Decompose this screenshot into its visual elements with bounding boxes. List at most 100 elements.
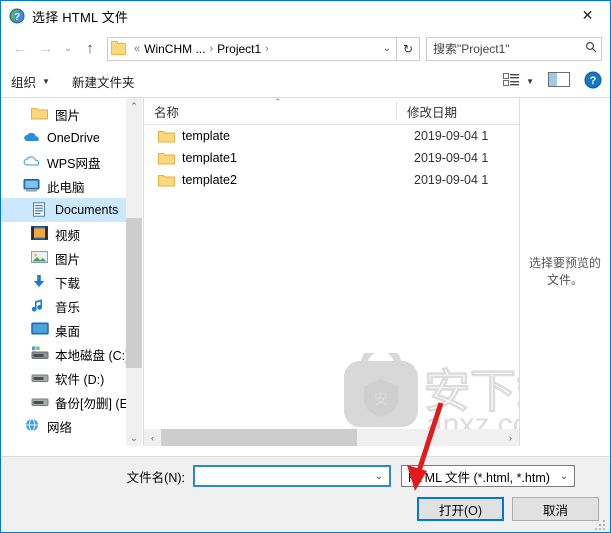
scroll-up-button[interactable]: ⌃ bbox=[126, 98, 142, 114]
sidebar-item-label: 图片 bbox=[55, 108, 81, 123]
chevron-down-icon[interactable]: ⌄ bbox=[369, 471, 389, 482]
scrollbar-track[interactable] bbox=[161, 429, 502, 446]
preview-pane-button[interactable] bbox=[548, 72, 570, 90]
dialog-title: 选择 HTML 文件 bbox=[32, 9, 129, 25]
table-row[interactable]: template 2019-09-04 1 bbox=[144, 125, 519, 147]
chevron-right-icon: › bbox=[509, 432, 512, 443]
sidebar-list: 图片 OneDrive WPS网盘 此电脑 Documents 视频 图片 下载 音乐 桌面 本地磁… bbox=[1, 98, 142, 438]
filename-input[interactable]: ⌄ bbox=[193, 465, 391, 487]
forward-arrow-icon: → bbox=[38, 40, 54, 57]
sidebar-item-label: WPS网盘 bbox=[47, 156, 101, 171]
scroll-left-button[interactable]: ‹ bbox=[144, 433, 161, 443]
column-header-date-label: 修改日期 bbox=[407, 105, 458, 120]
breadcrumb-item-1[interactable]: Project1 bbox=[217, 42, 261, 56]
sidebar-item-11[interactable]: 软件 (D:) bbox=[1, 366, 142, 390]
sidebar-item-13[interactable]: 网络 bbox=[1, 414, 142, 438]
organize-button[interactable]: 组织 ▼ bbox=[11, 72, 50, 91]
folder-icon bbox=[158, 173, 175, 187]
scroll-down-button[interactable]: ⌄ bbox=[126, 430, 142, 446]
drive-icon bbox=[31, 394, 49, 410]
back-arrow-icon: ← bbox=[12, 40, 28, 57]
column-header-date[interactable]: 修改日期 bbox=[397, 98, 519, 124]
scrollbar-thumb[interactable] bbox=[161, 429, 357, 446]
open-button-label: 打开(O) bbox=[438, 503, 483, 518]
open-button[interactable]: 打开(O) bbox=[417, 497, 504, 521]
cancel-button[interactable]: 取消 bbox=[512, 497, 599, 521]
file-name-cell: template2 bbox=[182, 173, 237, 187]
filename-row: 文件名(N): ⌄ HTML 文件 (*.html, *.htm) ⌄ bbox=[1, 465, 575, 487]
sidebar-scrollbar[interactable]: ⌃ ⌄ bbox=[126, 98, 142, 446]
breadcrumb-dropdown-icon[interactable]: ⌄ bbox=[378, 43, 396, 54]
svg-text:安下载: 安下载 bbox=[424, 365, 519, 417]
breadcrumb-overflow-icon[interactable]: « bbox=[130, 43, 144, 55]
network-icon bbox=[23, 418, 41, 434]
sidebar-item-2[interactable]: WPS网盘 bbox=[1, 150, 142, 174]
sidebar-item-3[interactable]: 此电脑 bbox=[1, 174, 142, 198]
table-row[interactable]: template2 2019-09-04 1 bbox=[144, 169, 519, 191]
scrollbar-thumb[interactable] bbox=[126, 218, 142, 368]
breadcrumb-sep-1[interactable]: › bbox=[261, 43, 273, 55]
filetype-dropdown[interactable]: HTML 文件 (*.html, *.htm) ⌄ bbox=[401, 465, 575, 487]
sidebar-item-10[interactable]: 本地磁盘 (C:) bbox=[1, 342, 142, 366]
folder-icon bbox=[158, 151, 175, 165]
dialog-buttons: 打开(O) 取消 bbox=[417, 497, 599, 521]
column-headers: 名称 ⌃ 修改日期 bbox=[144, 97, 519, 125]
refresh-button[interactable]: ↻ bbox=[397, 36, 420, 61]
preview-message: 选择要预览的文件。 bbox=[528, 256, 601, 287]
chevron-left-icon: ‹ bbox=[151, 432, 154, 443]
sidebar-item-8[interactable]: 音乐 bbox=[1, 294, 142, 318]
filetype-value: HTML 文件 (*.html, *.htm) bbox=[408, 470, 550, 485]
scroll-right-button[interactable]: › bbox=[502, 433, 519, 443]
sidebar-item-9[interactable]: 桌面 bbox=[1, 318, 142, 342]
dialog-footer: 文件名(N): ⌄ HTML 文件 (*.html, *.htm) ⌄ 打开(O… bbox=[1, 456, 610, 532]
breadcrumb-sep-0[interactable]: › bbox=[205, 43, 217, 55]
back-button[interactable]: ← bbox=[7, 37, 33, 61]
column-header-name[interactable]: 名称 ⌃ bbox=[144, 97, 397, 124]
breadcrumb[interactable]: « WinCHM ... › Project1 › ⌄ bbox=[107, 36, 397, 61]
sidebar-item-1[interactable]: OneDrive bbox=[1, 126, 142, 150]
file-name-cell: template bbox=[182, 129, 230, 143]
sidebar-item-label: 网络 bbox=[47, 420, 73, 435]
sidebar-item-5[interactable]: 视频 bbox=[1, 222, 142, 246]
desktop-icon bbox=[31, 322, 49, 338]
preview-pane: 选择要预览的文件。 bbox=[519, 98, 610, 446]
chevron-down-icon[interactable]: ⌄ bbox=[554, 471, 574, 482]
change-view-button[interactable]: ▼ bbox=[503, 72, 534, 90]
file-date-cell: 2019-09-04 1 bbox=[414, 129, 489, 143]
new-folder-button[interactable]: 新建文件夹 bbox=[72, 72, 135, 91]
chevron-down-icon: ▼ bbox=[526, 76, 534, 86]
resize-grip[interactable] bbox=[595, 518, 607, 530]
sidebar-item-label: 桌面 bbox=[55, 324, 81, 339]
close-button[interactable]: ✕ bbox=[565, 1, 610, 30]
sidebar-item-0[interactable]: 图片 bbox=[1, 102, 142, 126]
file-list-pane: 名称 ⌃ 修改日期 安 安下载 anxz.com bbox=[144, 97, 519, 446]
file-name-cell: template1 bbox=[182, 151, 237, 165]
search-input[interactable]: 搜索"Project1" bbox=[426, 36, 602, 61]
table-row[interactable]: template1 2019-09-04 1 bbox=[144, 147, 519, 169]
forward-button[interactable]: → bbox=[33, 37, 59, 61]
breadcrumb-item-0[interactable]: WinCHM ... bbox=[144, 42, 205, 56]
sidebar-item-6[interactable]: 图片 bbox=[1, 246, 142, 270]
chevron-down-icon: ⌄ bbox=[130, 432, 138, 443]
sidebar-item-7[interactable]: 下载 bbox=[1, 270, 142, 294]
dialog-body: 图片 OneDrive WPS网盘 此电脑 Documents 视频 图片 下载 音乐 桌面 本地磁… bbox=[1, 97, 610, 446]
sidebar-item-4[interactable]: Documents bbox=[1, 198, 142, 222]
close-icon: ✕ bbox=[581, 7, 594, 23]
search-text: 搜索"Project1" bbox=[433, 42, 510, 56]
cancel-button-label: 取消 bbox=[542, 503, 568, 518]
chevron-down-icon: ▼ bbox=[42, 76, 50, 86]
site-watermark: 安 安下载 anxz.com bbox=[320, 344, 519, 429]
videos-icon bbox=[31, 226, 49, 242]
folder-icon bbox=[158, 129, 175, 143]
sidebar-item-label: 图片 bbox=[55, 252, 81, 267]
recent-locations-button[interactable]: ⌄ bbox=[59, 37, 77, 61]
refresh-icon: ↻ bbox=[402, 41, 414, 56]
help-button[interactable]: ? bbox=[584, 71, 602, 92]
sidebar-item-12[interactable]: 备份[勿删] (E:) bbox=[1, 390, 142, 414]
file-date-cell: 2019-09-04 1 bbox=[414, 151, 489, 165]
file-list-horizontal-scrollbar[interactable]: ‹ › bbox=[144, 429, 519, 446]
file-date-cell: 2019-09-04 1 bbox=[414, 173, 489, 187]
file-rows: 安 安下载 anxz.com template2019-09-04 1templ… bbox=[144, 125, 519, 429]
up-button[interactable]: ↑ bbox=[77, 37, 103, 61]
drive-icon bbox=[31, 370, 49, 386]
